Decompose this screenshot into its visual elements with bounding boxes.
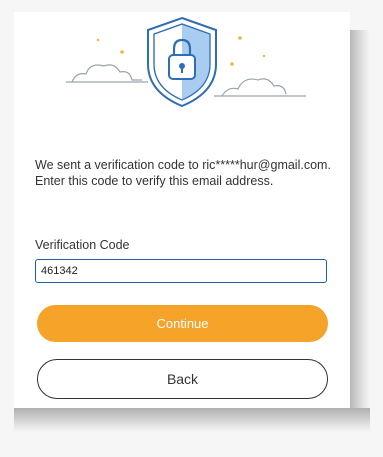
sparkle-dot — [96, 38, 100, 42]
sparkle-dot — [262, 54, 266, 58]
card-shadow-right — [350, 30, 370, 410]
verification-code-label: Verification Code — [35, 238, 130, 252]
verification-dialog: We sent a verification code to ric*****h… — [14, 12, 350, 408]
verification-code-input[interactable] — [35, 259, 327, 283]
continue-button[interactable]: Continue — [37, 305, 328, 342]
page-background: We sent a verification code to ric*****h… — [0, 0, 383, 457]
shield-lock-illustration — [66, 16, 306, 108]
sparkle-dot — [120, 50, 124, 54]
back-button[interactable]: Back — [37, 359, 328, 399]
cloud-right-icon — [221, 78, 287, 97]
card-shadow-bottom — [14, 408, 370, 432]
sparkle-dot — [230, 62, 234, 66]
sparkle-dot — [238, 36, 242, 40]
verification-message: We sent a verification code to ric*****h… — [35, 158, 331, 188]
cloud-left-icon — [71, 64, 142, 83]
